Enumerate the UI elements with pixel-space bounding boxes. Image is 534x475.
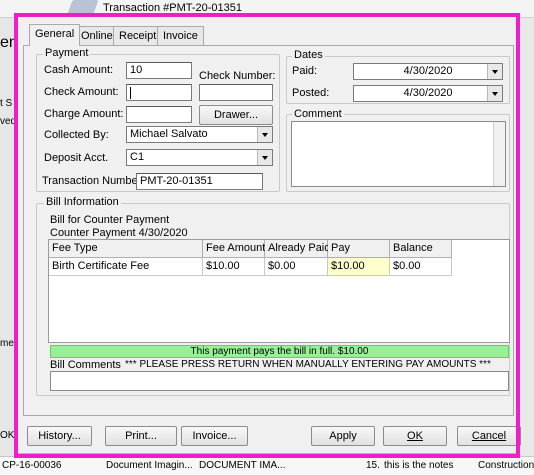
background-fragment: en — [0, 34, 18, 51]
bill-fee-grid: Fee Type Fee Amount Already Paid Pay Bal… — [48, 239, 510, 343]
bill-subtitle: Counter Payment 4/30/2020 — [50, 227, 188, 239]
comment-scrollbar[interactable] — [493, 122, 505, 186]
paid-date-picker[interactable]: 4/30/2020 — [353, 63, 503, 80]
status-cell: 15. — [366, 460, 380, 471]
bill-comments-label: Bill Comments — [50, 359, 121, 371]
fee-type-cell[interactable]: Birth Certificate Fee — [49, 258, 203, 276]
transaction-number-input[interactable]: PMT-20-01351 — [136, 173, 263, 190]
chevron-down-icon[interactable] — [487, 86, 502, 101]
background-fragment: t S — [0, 98, 13, 109]
collected-by-select[interactable]: Michael Salvato — [126, 126, 273, 143]
history-button-label: History... — [38, 430, 81, 442]
print-button-label: Print... — [125, 430, 157, 442]
posted-label: Posted: — [292, 87, 330, 99]
tab-receipt[interactable]: Receipt — [113, 26, 163, 45]
check-amount-input[interactable] — [126, 84, 192, 101]
charge-amount-input[interactable] — [126, 106, 192, 123]
fee-amount-cell[interactable]: $10.00 — [203, 258, 265, 276]
posted-date-value: 4/30/2020 — [403, 87, 453, 99]
column-header-balance[interactable]: Balance — [390, 240, 452, 258]
status-cell: CP-16-00036 — [2, 460, 62, 471]
payment-group-label: Payment — [43, 47, 91, 59]
history-button[interactable]: History... — [27, 426, 92, 446]
charge-amount-label: Charge Amount: — [44, 108, 124, 120]
collected-by-value: Michael Salvato — [130, 128, 208, 140]
check-number-input[interactable] — [199, 84, 273, 101]
background-fragment: OK — [0, 430, 15, 441]
transaction-number-label: Transaction Number: — [42, 175, 145, 187]
drawer-button[interactable]: Drawer... — [199, 105, 273, 125]
comment-textarea[interactable] — [291, 121, 506, 187]
bill-title: Bill for Counter Payment — [50, 214, 170, 226]
ok-button-label: OK — [407, 430, 423, 442]
invoice-button-label: Invoice... — [192, 430, 237, 442]
column-header-already-paid[interactable]: Already Paid — [265, 240, 330, 258]
cash-amount-input[interactable]: 10 — [126, 62, 192, 79]
paid-date-value: 4/30/2020 — [403, 65, 453, 77]
deposit-acct-value: C1 — [130, 151, 145, 163]
text-cursor — [130, 87, 131, 99]
paid-label: Paid: — [292, 65, 318, 77]
dates-group-label: Dates — [292, 49, 325, 61]
collected-by-label: Collected By: — [44, 129, 109, 141]
column-header-fee-type[interactable]: Fee Type — [49, 240, 203, 258]
status-cell: Document Imagin... — [106, 460, 193, 471]
drawer-button-label: Drawer... — [213, 109, 258, 121]
background-left-panel: en t S ved me OK — [0, 18, 18, 456]
bill-comments-notice: *** PLEASE PRESS RETURN WHEN MANUALLY EN… — [125, 359, 491, 370]
posted-date-picker[interactable]: 4/30/2020 — [353, 85, 503, 102]
background-fragment: ved — [0, 116, 17, 127]
background-status-bar: CP-16-00036 Document Imagin... DOCUMENT … — [0, 456, 534, 475]
deposit-acct-label: Deposit Acct. — [44, 152, 109, 164]
cancel-button[interactable]: Cancel — [457, 426, 521, 446]
balance-cell[interactable]: $0.00 — [390, 258, 452, 276]
check-amount-label: Check Amount: — [44, 86, 119, 98]
deposit-acct-select[interactable]: C1 — [126, 149, 273, 166]
cancel-button-label: Cancel — [471, 430, 507, 442]
chevron-down-icon[interactable] — [257, 150, 272, 165]
column-header-fee-amount[interactable]: Fee Amount — [203, 240, 265, 258]
invoice-button[interactable]: Invoice... — [181, 426, 248, 446]
ok-button[interactable]: OK — [383, 426, 447, 446]
chevron-down-icon[interactable] — [257, 127, 272, 142]
pay-cell[interactable]: $10.00 — [328, 258, 390, 276]
check-number-label: Check Number: — [199, 70, 276, 82]
app-logo-icon — [67, 0, 99, 14]
already-paid-cell[interactable]: $0.00 — [265, 258, 328, 276]
background-right-panel — [518, 18, 534, 456]
status-cell: this is the notes — [384, 460, 454, 471]
full-payment-banner: This payment pays the bill in full. $10.… — [50, 345, 509, 358]
bill-information-group-label: Bill Information — [44, 196, 121, 208]
comment-group-label: Comment — [292, 108, 344, 120]
apply-button[interactable]: Apply — [311, 426, 375, 446]
tab-general[interactable]: General — [29, 24, 81, 46]
background-fragment: me — [0, 338, 14, 349]
status-cell: Construction — [478, 460, 534, 471]
app-title: Transaction #PMT-20-01351 — [103, 2, 242, 14]
print-button[interactable]: Print... — [105, 426, 177, 446]
status-cell: DOCUMENT IMA... — [199, 460, 286, 471]
column-header-pay[interactable]: Pay — [328, 240, 390, 258]
tab-invoice[interactable]: Invoice — [157, 26, 204, 45]
bill-comments-textarea[interactable] — [50, 371, 509, 391]
chevron-down-icon[interactable] — [487, 64, 502, 79]
cash-amount-label: Cash Amount: — [44, 64, 114, 76]
apply-button-label: Apply — [329, 430, 357, 442]
